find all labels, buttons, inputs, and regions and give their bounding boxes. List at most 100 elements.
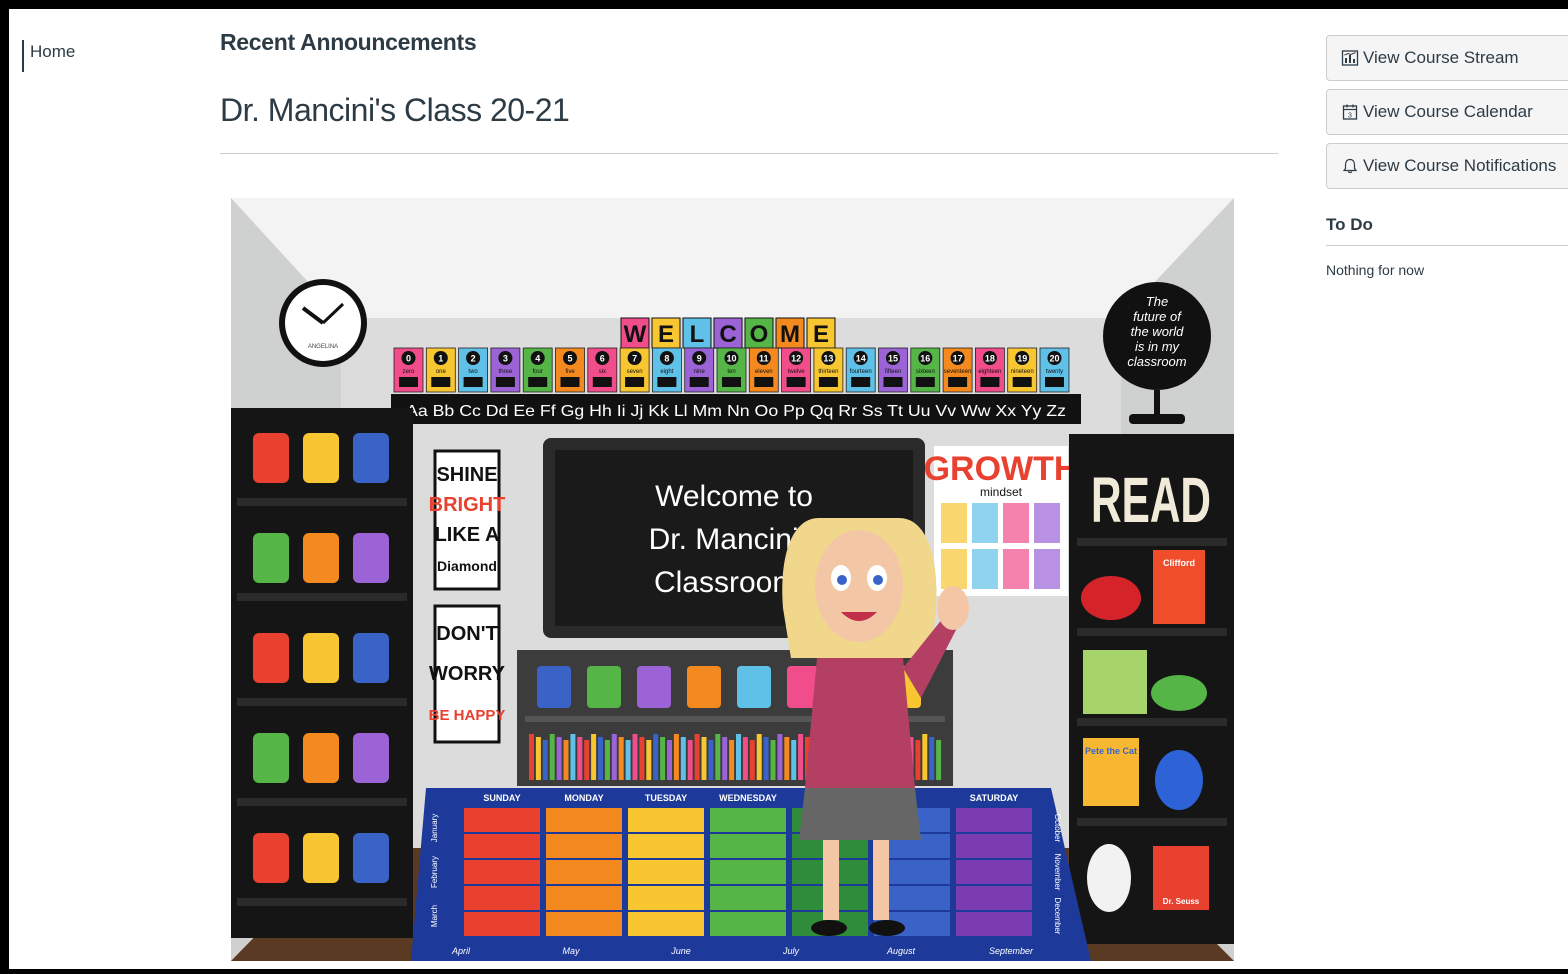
welcome-letter: E	[813, 321, 829, 348]
rug-square	[464, 912, 540, 936]
number-card-word: eighteen	[978, 369, 1001, 375]
shelf-toy	[253, 533, 289, 583]
shelf-book	[529, 734, 534, 780]
number-card-ten-frame	[786, 377, 806, 387]
shelf-book	[618, 737, 624, 780]
shelf-book	[604, 740, 610, 780]
view-course-stream-button[interactable]: View Course Stream	[1326, 35, 1568, 81]
shelf-book	[749, 740, 755, 780]
rug-month-label: January	[430, 814, 439, 842]
number-card-ten-frame	[625, 377, 645, 387]
shine-poster-line: Diamond	[437, 558, 497, 574]
number-card-number: 9	[697, 354, 702, 364]
cat-in-hat-plush	[1087, 844, 1131, 912]
view-course-calendar-label: View Course Calendar	[1363, 102, 1533, 121]
shelf-toy	[253, 433, 289, 483]
rug-square	[464, 808, 540, 832]
rug-square	[546, 834, 622, 858]
course-nav: Home	[22, 40, 75, 72]
rug-month-label: May	[562, 946, 580, 956]
ceiling	[231, 198, 1234, 318]
number-card-word: four	[533, 369, 543, 375]
number-card-ten-frame	[883, 377, 903, 387]
number-card-ten-frame	[657, 377, 677, 387]
shelf-book	[598, 737, 603, 780]
shelf-book	[763, 737, 769, 780]
shelf-book	[742, 737, 748, 780]
art-supply-bin	[587, 666, 621, 708]
number-card-word: fourteen	[850, 369, 872, 375]
number-card-word: two	[468, 369, 478, 375]
shelf-toy	[353, 733, 389, 783]
rug-day-label: WEDNESDAY	[719, 793, 777, 803]
shelf-book	[653, 734, 659, 780]
number-card-number: 1	[438, 354, 443, 364]
clifford-book-title: Clifford	[1163, 558, 1195, 568]
shelf-toy	[303, 633, 339, 683]
number-card-number: 19	[1017, 354, 1027, 364]
welcome-letter: M	[780, 321, 800, 348]
rug-day-label: SUNDAY	[483, 793, 520, 803]
welcome-letter: E	[658, 321, 674, 348]
number-card-word: ten	[727, 369, 735, 375]
teacher-skirt	[799, 788, 921, 840]
number-card-number: 5	[567, 354, 572, 364]
number-card-number: 8	[664, 354, 669, 364]
rug-month-label: November	[1053, 854, 1062, 891]
welcome-letter: C	[719, 321, 736, 348]
number-card-word: three	[499, 369, 513, 375]
rug-month-label: August	[886, 946, 916, 956]
nav-item-home[interactable]: Home	[30, 40, 75, 62]
number-card-ten-frame	[1012, 377, 1032, 387]
rug-square	[628, 834, 704, 858]
number-card-number: 2	[471, 354, 476, 364]
shelf-book	[729, 740, 735, 780]
shelf-board	[237, 593, 407, 601]
rug-square	[710, 834, 786, 858]
number-card-word: zero	[403, 369, 415, 375]
number-card-ten-frame	[722, 377, 741, 387]
shelf-book	[929, 737, 935, 780]
growth-card	[1003, 503, 1029, 543]
number-card-number: 18	[985, 354, 995, 364]
teacher-hand	[937, 586, 969, 630]
number-card-ten-frame	[915, 377, 935, 387]
rug-month-label: March	[430, 905, 439, 927]
rug-square	[956, 886, 1032, 910]
shelf-book	[791, 740, 797, 780]
art-supply-bin	[537, 666, 571, 708]
number-card-word: seven	[627, 369, 643, 375]
number-card-number: 14	[856, 354, 866, 364]
rug-square	[546, 886, 622, 910]
rug-square	[628, 860, 704, 884]
shelf-book	[584, 740, 590, 780]
view-course-notifications-button[interactable]: View Course Notifications	[1326, 143, 1568, 189]
teacher-leg	[873, 840, 889, 920]
shelf-toy	[353, 833, 389, 883]
number-card-word: twelve	[788, 369, 806, 375]
rug-day-label: TUESDAY	[645, 793, 687, 803]
rug-square	[546, 860, 622, 884]
shelf-book	[715, 734, 721, 780]
caterpillar-book	[1083, 650, 1147, 714]
todo-empty-message: Nothing for now	[1326, 262, 1425, 278]
number-card-ten-frame	[463, 377, 483, 387]
rug-square	[628, 808, 704, 832]
globe-base	[1129, 414, 1185, 424]
course-stream-icon	[1341, 50, 1359, 66]
number-card-number: 7	[632, 354, 637, 364]
shelf-book	[535, 737, 541, 780]
dr-seuss-book-title: Dr. Seuss	[1163, 897, 1200, 906]
number-card-word: six	[599, 369, 606, 375]
shelf-book	[756, 734, 762, 780]
welcome-letter: W	[624, 321, 647, 348]
view-course-calendar-button[interactable]: 3 View Course Calendar	[1326, 89, 1568, 135]
growth-card	[941, 549, 967, 589]
rug-day-label: SATURDAY	[970, 793, 1019, 803]
shelf-toy	[253, 633, 289, 683]
clifford-plush	[1081, 576, 1141, 620]
shelf-book	[708, 740, 714, 780]
number-card-word: twenty	[1046, 369, 1063, 375]
shelf-book	[632, 734, 638, 780]
rug-square	[956, 912, 1032, 936]
